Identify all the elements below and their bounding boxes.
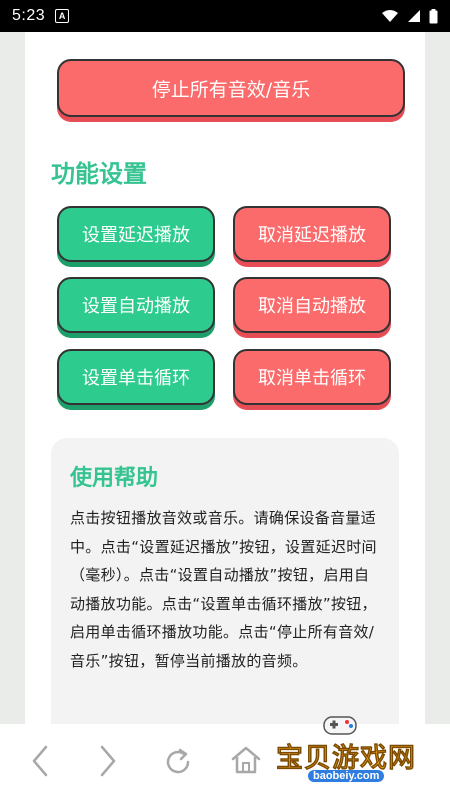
- battery-icon: [429, 8, 438, 23]
- cancel-auto-play-button[interactable]: 取消自动播放: [233, 277, 391, 333]
- status-icons: [381, 8, 438, 24]
- notification-a-icon: A: [55, 9, 70, 23]
- status-bar: 5:23 A: [0, 0, 450, 32]
- watermark-url: baobeiy.com: [308, 770, 385, 782]
- section-title-function-settings: 功能设置: [51, 160, 147, 188]
- app-panel: 停止所有音效/音乐 功能设置 设置延迟播放 取消延迟播放 设置自动播放 取消自动…: [25, 32, 425, 724]
- signal-icon: [408, 10, 420, 22]
- chevron-left-icon[interactable]: [30, 744, 50, 778]
- help-card: 使用帮助 点击按钮播放音效或音乐。请确保设备音量适中。点击“设置延迟播放”按钮，…: [51, 438, 399, 724]
- cancel-delay-play-button[interactable]: 取消延迟播放: [233, 206, 391, 262]
- chevron-right-icon[interactable]: [98, 744, 118, 778]
- home-icon[interactable]: [230, 744, 262, 776]
- set-delay-play-button[interactable]: 设置延迟播放: [57, 206, 215, 262]
- stop-all-button[interactable]: 停止所有音效/音乐: [57, 59, 405, 117]
- watermark-logo: 宝贝游戏网 baobeiy.com: [268, 712, 418, 796]
- help-text: 点击按钮播放音效或音乐。请确保设备音量适中。点击“设置延迟播放”按钮，设置延迟时…: [70, 509, 377, 670]
- set-click-loop-button[interactable]: 设置单击循环: [57, 349, 215, 405]
- help-title: 使用帮助: [70, 466, 159, 491]
- cancel-click-loop-button[interactable]: 取消单击循环: [233, 349, 391, 405]
- gamepad-icon: [323, 716, 357, 735]
- refresh-icon[interactable]: [162, 746, 194, 778]
- status-time: 5:23: [12, 7, 46, 24]
- wifi-icon: [382, 10, 398, 22]
- set-auto-play-button[interactable]: 设置自动播放: [57, 277, 215, 333]
